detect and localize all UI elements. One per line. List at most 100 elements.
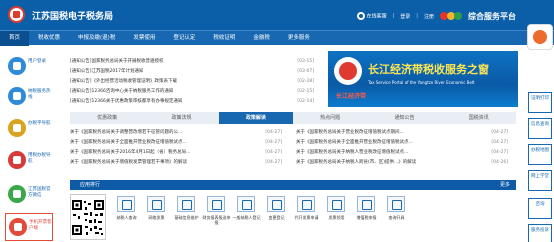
announcement-date: [03-15] [297,59,314,64]
policy-item[interactable]: 关于《国家税务总局关于纳税人跨县(市、区)提供...》的解读 [04-26] [296,158,516,167]
policy-tab[interactable]: 国税资讯 [442,112,516,124]
app-icon [267,196,285,212]
announcement-item[interactable]: [通知公告]12366咨询中心关于纳税服务工作的通知 [02-15] [70,87,320,96]
app-icon [177,196,195,212]
left-nav-label: 用户登录 [28,59,46,64]
yangtze-banner[interactable]: 长江经济带税收服务之窗 Tax Service Portal of the Ya… [328,51,518,107]
announcement-tag: [通知公告] [70,99,92,104]
announcement-tag: [通知公告] [70,89,92,94]
nav-item[interactable]: 发票使用 [124,31,164,46]
policy-item[interactable]: 关于《国家税务总局关于调整营改增若干征管问题的公... [04-27] [70,128,290,137]
policy-tab[interactable]: 优惠政策 [70,112,144,124]
policy-item[interactable]: 关于《国家税务总局关于全面推开营业税改征增值税试点... [04-27] [296,138,516,147]
nav-item[interactable]: 登记认定 [164,31,204,46]
app-more-link[interactable]: 更多 [500,180,510,190]
banner-headline: 长江经济带税收服务之窗 [368,63,489,76]
online-consult-link[interactable]: 在线客服 [356,12,387,20]
app-shortcut[interactable]: 一般纳税人登记 [232,194,261,240]
announcement-title: 12366咨询中心关于纳税服务工作的通知 [91,89,174,94]
policy-item[interactable]: 关于《国家税务总局关于纳税人营业税改征增值税试点... [04-27] [296,148,516,157]
left-nav-item[interactable]: 江苏国税官方微信 [5,181,53,209]
right-float-item[interactable]: 信息查询 [528,118,552,139]
policy-item[interactable]: 关于《国家税务总局关于营业税改征增值税试点期间... [04-27] [296,128,516,137]
right-float-item[interactable]: 服务投诉 [528,224,552,242]
left-nav-label: 办税平导航 [28,121,51,126]
announcement-list: [通知公告]国家税务总局关于开展税收普遍授权 [03-15] [通知公告]江苏国税2… [70,55,320,111]
app-shortcut[interactable]: 查询开具 [382,194,411,240]
app-icon [357,196,375,212]
tax-emblem-logo[interactable] [8,6,25,23]
policy-title: 关于《国家税务总局关于纳税人跨县(市、区)提供...》的解读 [296,160,417,165]
app-icon [117,196,135,212]
app-shortcut[interactable]: 代开发票申请 [292,194,321,240]
app-ranking-header: 应用排行 更多 [70,180,516,190]
nav-item[interactable]: 税收优惠 [29,31,69,46]
right-float-item[interactable]: 办税地图 [528,144,552,165]
announcement-item[interactable]: [通知公告]国家税务总局关于开展税收普遍授权 [03-15] [70,57,320,66]
nav-item[interactable]: 税收证明 [204,31,244,46]
app-ranking-title: 应用排行 [80,182,101,188]
left-nav-icon [8,119,26,137]
left-nav-icon [8,151,26,169]
right-float-item[interactable]: 咨询 [528,198,552,219]
app-label: 一般纳税人登记 [232,215,261,220]
app-icon [237,196,255,212]
left-nav-icon [8,57,26,75]
policy-tab[interactable]: 政策法规 [144,112,218,124]
app-icon [297,196,315,212]
left-nav-item[interactable]: 手机开票客户端 [5,213,53,241]
right-float-item[interactable]: 证明打印 [528,92,552,113]
service-platform-link[interactable]: 综合服务平台 [468,11,516,22]
announcement-item[interactable]: [通知公告]《外出经营活动税收管理证明》政策表下载 [02-28] [70,77,320,86]
policy-date: [04-27] [491,150,508,155]
mobile-app-icon[interactable] [527,24,553,50]
app-label: 增值税申报 [356,215,377,220]
app-shortcut[interactable]: 增值税申报 [352,194,381,240]
app-shortcut[interactable]: 基础信息维护 [172,194,201,240]
left-nav-item[interactable]: 办税平导航 [5,115,53,143]
left-nav-item[interactable]: 用户登录 [5,53,53,81]
app-shortcut[interactable]: 纳税人查询 [112,194,141,240]
nav-item[interactable]: 首页 [0,31,30,46]
nav-item[interactable]: 金融税 [244,31,279,46]
announcement-title: 江苏国税2017年计划通知 [91,69,144,74]
policy-tab[interactable]: 热点问题 [293,112,367,124]
policy-item[interactable]: 关于《国家税务总局关于全面推开营业税改征增值税试点... [04-27] [70,138,290,147]
left-nav-item[interactable]: 纳税服务热线 [5,83,53,111]
policy-date: [04-27] [265,130,282,135]
left-nav-label: 用税办税导航 [28,153,51,164]
app-label: 网络发票 [148,215,165,220]
app-shortcut[interactable]: 财务报表报送申报 [202,194,231,240]
policy-item[interactable]: 关于《国家税务总局关于增值税发票管理若干事项》的解读 [04-27] [70,158,290,167]
announcement-date: [02-14] [297,99,314,104]
nav-item[interactable]: 申报及缴(退)税 [69,31,124,46]
nav-item[interactable]: 更多服务 [279,31,319,46]
policy-title: 关于《国家税务总局关于调整营改增若干征管问题的公... [70,130,183,135]
policy-tab[interactable]: 政策解读 [218,112,293,124]
app-label: 发票领用 [328,215,345,220]
announcement-item[interactable]: [通知公告]江苏国税2017年计划通知 [03-07] [70,67,320,76]
left-nav-item[interactable]: 用税办税导航 [5,147,53,175]
header-actions: 在线客服 | 登录 | 注册 综合服务平台 [356,10,516,22]
login-link[interactable]: 登录 [400,13,410,20]
right-float-item[interactable]: 网上学堂 [528,170,552,191]
policy-tab[interactable]: 通知公告 [367,112,441,124]
consult-icon [356,12,365,20]
policy-date: [04-26] [491,160,508,165]
header-divider: | [416,13,418,19]
app-label: 变更登记 [268,215,285,220]
app-shortcut[interactable]: 网络发票 [142,194,171,240]
app-label: 查询开具 [388,215,405,220]
left-sidebar: 用户登录纳税服务热线办税平导航用税办税导航江苏国税官方微信 手机开票客户端 [0,45,58,242]
tax-badge-icon [334,57,362,85]
policy-item[interactable]: 关于《国家税务总局关于2016年4月1日起（省）税务总局... [04-27] [70,148,290,157]
policy-tabs: 优惠政策 政策法规 政策解读 热点问题 通知公告 国税资讯 [70,112,516,124]
app-shortcut[interactable]: 发票领用 [322,194,351,240]
service-platform-logo [440,10,462,22]
app-shortcut[interactable]: 变更登记 [262,194,291,240]
announcement-date: [03-07] [297,69,314,74]
register-link[interactable]: 注册 [424,13,434,20]
announcement-date: [02-28] [297,79,314,84]
announcement-item[interactable]: [通知公告]12366关于优惠政策审核都享有办事规定通知 [02-14] [70,97,320,106]
announcement-tag: [通知公告] [70,69,92,74]
